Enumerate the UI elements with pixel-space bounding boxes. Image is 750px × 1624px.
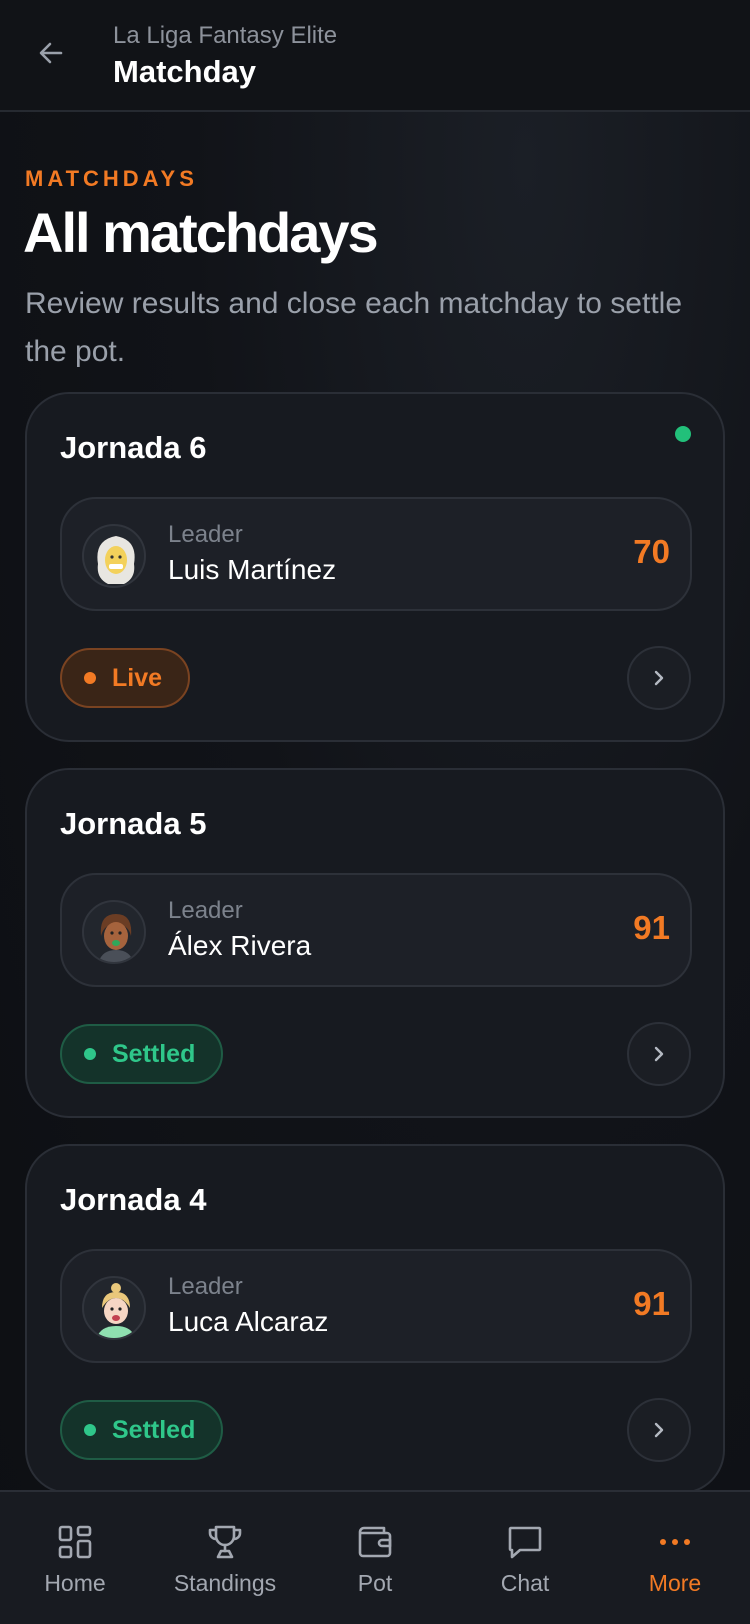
page-title: All matchdays	[23, 201, 379, 264]
chat-bubble-icon	[508, 1526, 542, 1559]
nav-item-home[interactable]: Home	[0, 1492, 150, 1624]
avatar	[82, 1276, 146, 1340]
avatar	[82, 900, 146, 964]
league-name: La Liga Fantasy Elite	[113, 22, 338, 49]
leader-score: 70	[633, 533, 670, 570]
nav-label-chat: Chat	[500, 1570, 550, 1596]
leader-name: Luca Alcaraz	[168, 1306, 329, 1337]
chevron-right-icon	[654, 1046, 664, 1062]
leader-row: Leader Luis Martínez 70	[60, 497, 692, 611]
status-badge: Settled	[60, 1400, 224, 1460]
live-indicator-dot	[675, 426, 691, 442]
back-button[interactable]	[28, 30, 74, 76]
matchday-title: Jornada 6	[60, 430, 207, 465]
avatar	[82, 524, 146, 588]
matchday-title: Jornada 4	[60, 1182, 207, 1217]
screen-title: Matchday	[113, 54, 256, 89]
open-matchday-button[interactable]	[627, 1398, 691, 1462]
nav-label-home: Home	[44, 1570, 106, 1596]
grid-icon	[58, 1525, 92, 1559]
status-label: Live	[112, 663, 163, 692]
arrow-left-icon	[39, 42, 63, 64]
chevron-right-icon	[654, 1422, 664, 1438]
leader-score: 91	[633, 909, 670, 946]
status-dot	[84, 1424, 96, 1436]
leader-name: Luis Martínez	[168, 554, 337, 585]
status-dot	[84, 672, 96, 684]
trophy-icon	[208, 1525, 242, 1559]
leader-name: Álex Rivera	[168, 930, 312, 961]
nav-item-more[interactable]: More	[600, 1492, 750, 1624]
status-label: Settled	[112, 1415, 196, 1444]
matchday-card[interactable]: Jornada 5 Leader Álex Rivera 91 Settled	[25, 768, 725, 1118]
nav-label-more: More	[648, 1570, 702, 1596]
leader-label: Leader	[168, 521, 243, 548]
status-label: Settled	[112, 1039, 196, 1068]
leader-score: 91	[633, 1285, 670, 1322]
wallet-icon	[358, 1526, 392, 1558]
status-badge: Settled	[60, 1024, 224, 1084]
leader-label: Leader	[168, 1273, 243, 1300]
open-matchday-button[interactable]	[627, 646, 691, 710]
matchday-title: Jornada 5	[60, 806, 207, 841]
open-matchday-button[interactable]	[627, 1022, 691, 1086]
nav-label-pot: Pot	[357, 1570, 393, 1596]
matchday-card[interactable]: Jornada 4 Leader Luca Alcaraz 91 Settled	[25, 1144, 725, 1494]
nav-item-pot[interactable]: Pot	[300, 1492, 450, 1624]
bottom-navigation: Home Standings Pot Chat More	[0, 1490, 750, 1624]
nav-item-standings[interactable]: Standings	[150, 1492, 300, 1624]
matchday-card[interactable]: Jornada 6 Leader Luis Martínez 70 Live	[25, 392, 725, 742]
top-app-bar: La Liga Fantasy Elite Matchday	[0, 0, 750, 112]
leader-row: Leader Luca Alcaraz 91	[60, 1249, 692, 1363]
section-eyebrow: MATCHDAYS	[25, 166, 198, 191]
matchday-screen: La Liga Fantasy Elite Matchday MATCHDAYS…	[0, 0, 750, 1624]
chevron-right-icon	[654, 670, 664, 686]
nav-item-chat[interactable]: Chat	[450, 1492, 600, 1624]
leader-label: Leader	[168, 897, 243, 924]
more-dots-icon	[660, 1539, 690, 1545]
leader-row: Leader Álex Rivera 91	[60, 873, 692, 987]
status-badge: Live	[60, 648, 191, 708]
status-dot	[84, 1048, 96, 1060]
page-description: Review results and close each matchday t…	[25, 287, 682, 368]
nav-label-standings: Standings	[173, 1570, 277, 1596]
